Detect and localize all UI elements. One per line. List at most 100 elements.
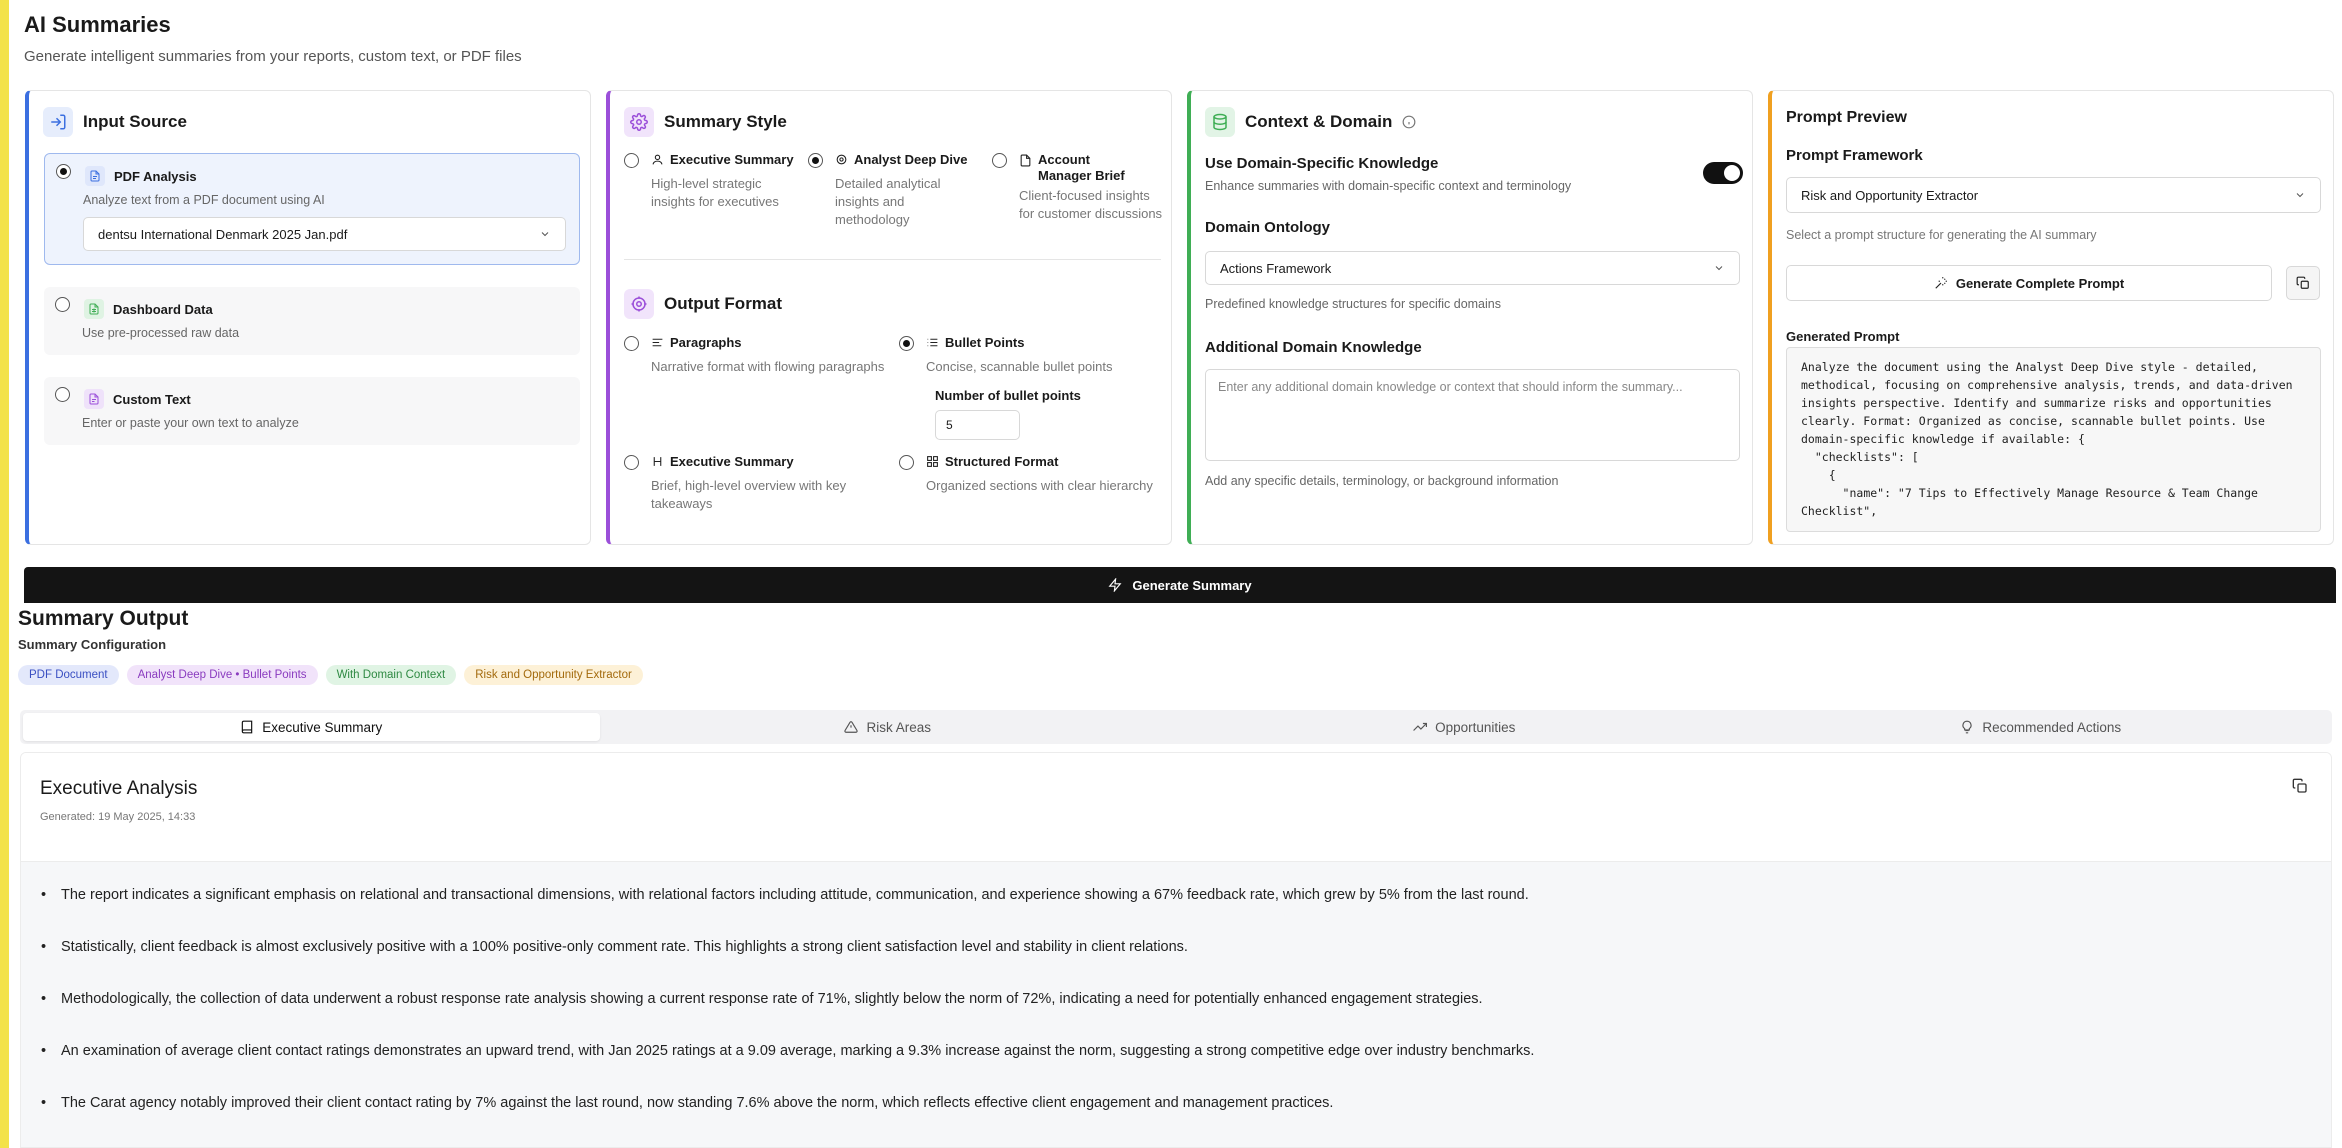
lightbulb-icon <box>1962 720 1972 734</box>
framework-chevron-down-icon <box>2296 193 2304 198</box>
input-source-title: Input Source <box>83 112 187 131</box>
executive-summary-panel: Executive Analysis Generated: 19 May 202… <box>20 752 2332 1148</box>
use-domain-desc: Enhance summaries with domain-specific c… <box>1205 179 1572 193</box>
generated-prompt-text[interactable]: Analyze the document using the Analyst D… <box>1786 347 2321 532</box>
generate-summary-button[interactable]: Generate Summary <box>24 567 2336 603</box>
style-executive-radio[interactable] <box>624 153 639 168</box>
pdf-file-select[interactable]: dentsu International Denmark 2025 Jan.pd… <box>83 217 566 251</box>
bullet-count-input[interactable]: 5 <box>935 410 1020 440</box>
format-executive-radio[interactable] <box>624 455 639 470</box>
badge-domain: With Domain Context <box>325 665 457 685</box>
summary-style-title: Summary Style <box>664 112 787 131</box>
badge-style: Analyst Deep Dive • Bullet Points <box>126 665 318 685</box>
format-executive-title[interactable]: Executive Summary <box>651 454 794 470</box>
panel-title: Executive Analysis <box>40 778 198 799</box>
page-title: AI Summaries <box>24 12 171 37</box>
section-divider <box>624 259 1161 260</box>
warning-icon <box>844 721 859 733</box>
summary-style-header: Summary Style <box>624 107 787 137</box>
prompt-preview-title: Prompt Preview <box>1786 109 1907 126</box>
tab-risk-areas[interactable]: Risk Areas <box>600 713 1177 741</box>
additional-knowledge-help: Add any specific details, terminology, o… <box>1205 474 1559 488</box>
list-item: • The Carat agency notably improved their… <box>41 1095 1334 1111</box>
context-domain-title: Context & Domain <box>1245 112 1393 131</box>
ontology-label: Domain Ontology <box>1205 219 1330 236</box>
context-domain-header: Context & Domain <box>1205 107 1416 137</box>
dashboard-data-desc: Use pre-processed raw data <box>82 326 240 340</box>
custom-text-radio[interactable] <box>55 387 70 402</box>
custom-text-desc: Enter or paste your own text to analyze <box>82 416 299 430</box>
align-left-icon <box>652 339 663 347</box>
prompt-framework-label: Prompt Framework <box>1786 147 1923 164</box>
additional-knowledge-textarea[interactable]: Enter any additional domain knowledge or… <box>1205 369 1740 461</box>
dashboard-data-radio[interactable] <box>55 297 70 312</box>
style-account-radio[interactable] <box>992 153 1007 168</box>
copy-summary-button[interactable] <box>2289 775 2311 797</box>
left-accent-rail <box>0 0 9 1148</box>
pdf-file-icon <box>85 166 105 186</box>
input-source-card: Input Source PDF Analysis Analyze text f… <box>25 90 591 545</box>
summary-bullets: • The report indicates a significant emph… <box>21 861 2331 1147</box>
format-structured-radio[interactable] <box>899 455 914 470</box>
panel-header: Executive Analysis Generated: 19 May 202… <box>21 753 2331 861</box>
info-icon[interactable] <box>1402 115 1416 129</box>
format-paragraphs-desc: Narrative format with flowing paragraphs <box>651 359 885 374</box>
book-icon <box>241 720 253 734</box>
style-executive-desc: High-level strategic insights for execut… <box>651 176 779 210</box>
list-icon <box>927 339 938 347</box>
summary-output-title: Summary Output <box>18 607 189 630</box>
copy-summary-icon <box>2292 778 2307 793</box>
trending-up-icon <box>1413 722 1428 731</box>
output-format-header: Output Format <box>624 289 782 319</box>
style-account-title[interactable]: Account Manager Brief <box>1019 152 1129 183</box>
prompt-framework-help: Select a prompt structure for generating… <box>1786 228 2097 242</box>
style-analyst-title[interactable]: Analyst Deep Dive <box>835 152 967 168</box>
pdf-analysis-radio[interactable] <box>56 164 71 179</box>
use-domain-toggle[interactable] <box>1703 162 1743 184</box>
summary-config-label: Summary Configuration <box>18 637 167 652</box>
database-icon <box>1205 107 1235 137</box>
style-analyst-desc: Detailed analytical insights and methodo… <box>835 176 941 228</box>
input-source-header: Input Source <box>43 107 187 137</box>
format-paragraphs-radio[interactable] <box>624 336 639 351</box>
format-bullets-radio[interactable] <box>899 336 914 351</box>
format-executive-desc: Brief, high-level overview with key take… <box>651 478 847 512</box>
copy-prompt-button[interactable] <box>2286 266 2320 300</box>
ontology-help: Predefined knowledge structures for spec… <box>1205 297 1501 311</box>
output-format-title: Output Format <box>664 294 783 313</box>
additional-knowledge-label: Additional Domain Knowledge <box>1205 339 1422 356</box>
dashboard-data-title: Dashboard Data <box>113 302 213 317</box>
style-executive-title[interactable]: Executive Summary <box>651 152 794 168</box>
format-bullets-title[interactable]: Bullet Points <box>926 335 1024 351</box>
chevron-down-icon <box>541 232 549 237</box>
spreadsheet-icon <box>84 299 104 319</box>
custom-text-title: Custom Text <box>113 392 191 407</box>
option-custom-text[interactable]: Custom Text Enter or paste your own text… <box>44 377 580 445</box>
option-dashboard-data[interactable]: Dashboard Data Use pre-processed raw dat… <box>44 287 580 355</box>
settings-icon <box>836 154 847 165</box>
tab-executive-summary[interactable]: Executive Summary <box>23 713 600 741</box>
generated-timestamp: Generated: 19 May 2025, 14:33 <box>40 811 196 823</box>
prompt-framework-select[interactable]: Risk and Opportunity Extractor <box>1786 177 2321 213</box>
generated-prompt-label: Generated Prompt <box>1786 329 1900 344</box>
tab-recommended-actions[interactable]: Recommended Actions <box>1753 713 2330 741</box>
context-domain-card: Context & Domain Use Domain-Specific Kno… <box>1187 90 1753 545</box>
pdf-analysis-title: PDF Analysis <box>114 169 197 184</box>
summary-tabs: Executive Summary Risk Areas Opportuniti… <box>20 710 2332 744</box>
prompt-framework-value: Risk and Opportunity Extractor <box>1801 187 1979 203</box>
badge-source: PDF Document <box>18 665 119 685</box>
ontology-select[interactable]: Actions Framework <box>1205 251 1740 285</box>
tab-opportunities[interactable]: Opportunities <box>1176 713 1753 741</box>
ai-summaries-page: AI Summaries Generate intelligent summar… <box>9 0 2342 1148</box>
summary-style-card: Summary Style Executive Summary High-lev… <box>606 90 1172 545</box>
format-structured-title[interactable]: Structured Format <box>926 454 1058 470</box>
format-paragraphs-title[interactable]: Paragraphs <box>651 335 742 351</box>
file-input-icon <box>43 107 73 137</box>
copy-icon <box>2296 276 2309 289</box>
generate-prompt-button[interactable]: Generate Complete Prompt <box>1786 265 2272 301</box>
bullet-count-label: Number of bullet points <box>935 388 1081 403</box>
grid-icon <box>927 456 938 468</box>
list-item: • Statistically, client feedback is almos… <box>41 939 1188 955</box>
style-analyst-radio[interactable] <box>808 153 823 168</box>
option-pdf-analysis[interactable]: PDF Analysis Analyze text from a PDF doc… <box>44 153 580 265</box>
